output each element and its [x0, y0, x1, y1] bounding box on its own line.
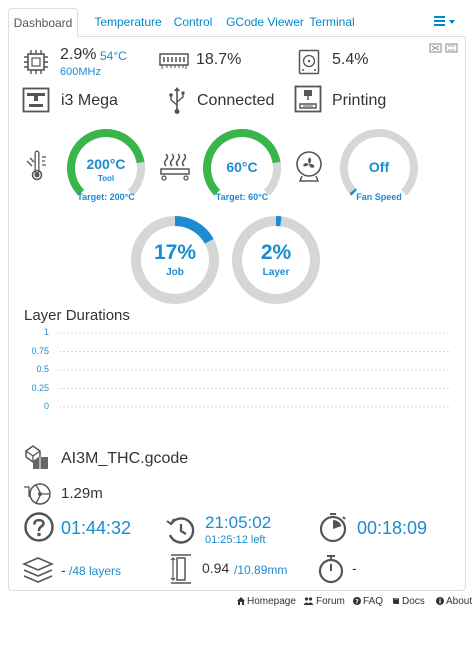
faq-label: FAQ [363, 596, 384, 607]
home-icon [237, 597, 245, 605]
clock-history-icon [166, 517, 195, 544]
job-progress-gauge: 17% Job [130, 215, 220, 305]
layer-durations-chart: 1 0.75 0.5 0.25 0 [9, 327, 467, 417]
current-height: 0.94 [202, 560, 230, 576]
memory-percent: 18.7% [196, 51, 242, 68]
total-layers: /48 layers [69, 564, 122, 578]
print-time: 01:44:32 [61, 518, 132, 538]
fan-speed-caption: Fan Speed [356, 192, 402, 202]
homepage-link[interactable]: Homepage [237, 596, 296, 607]
model-file-icon [25, 445, 48, 469]
disk-percent: 5.4% [332, 51, 369, 68]
print-state: Printing [332, 92, 387, 109]
elapsed-timer-icon [319, 513, 347, 543]
height-icon [170, 554, 191, 584]
job-progress-value: 17% [153, 241, 197, 264]
list-icon [434, 16, 445, 28]
users-icon [303, 597, 314, 605]
usb-icon [169, 87, 185, 114]
about-label: About [446, 596, 473, 607]
layer-progress-gauge: 2% Layer [231, 215, 321, 305]
filament-icon [24, 483, 51, 505]
homepage-label: Homepage [247, 596, 296, 607]
chart-title: Layer Durations [24, 307, 130, 324]
heated-bed-icon [160, 153, 190, 181]
faq-link[interactable]: ? FAQ [353, 596, 383, 607]
memory-icon [159, 53, 189, 69]
forum-label: Forum [316, 596, 345, 607]
book-icon [393, 598, 399, 604]
printer-icon [22, 87, 50, 113]
elapsed-time: 00:18:09 [357, 518, 428, 538]
cpu-temp: 54°C [100, 49, 127, 63]
question-icon: ? [353, 597, 361, 605]
print-state-icon [294, 85, 322, 113]
tab-control[interactable]: Control [164, 8, 222, 37]
caret-down-icon [449, 20, 455, 24]
y-tick-label: 0.25 [31, 382, 49, 393]
about-link[interactable]: About [436, 596, 472, 607]
disk-icon [298, 49, 320, 75]
tool-target-caption: Target: 200°C [77, 192, 135, 202]
hotend-thermometer-icon [26, 150, 46, 181]
svg-text:?: ? [355, 599, 359, 606]
job-gauge-fill [174, 216, 214, 244]
connection-status: Connected [197, 92, 275, 109]
info-icon [436, 597, 444, 605]
fan-speed-value: Off [368, 159, 390, 175]
layer-timer: - [352, 560, 357, 576]
help-circle-icon [24, 512, 54, 542]
tab-dashboard[interactable]: Dashboard [8, 8, 78, 38]
filament-length: 1.29m [61, 485, 103, 502]
cpu-icon [24, 50, 48, 74]
tool-temp-value: 200°C [86, 156, 126, 172]
bed-temp-value: 60°C [226, 159, 258, 175]
cpu-frequency: 600MHz [60, 66, 101, 78]
docs-link[interactable]: Docs [392, 596, 425, 607]
fan-icon [296, 151, 322, 182]
y-tick-label: 0.5 [36, 364, 49, 374]
eta-clock: 21:05:02 [205, 513, 272, 532]
forum-link[interactable]: Forum [303, 596, 345, 607]
layer-progress-value: 2% [260, 241, 292, 264]
layers-icon [22, 557, 54, 583]
bed-target-caption: Target: 60°C [215, 192, 269, 202]
tab-gcode-viewer[interactable]: GCode Viewer [220, 8, 310, 37]
chart-grid [59, 332, 449, 408]
current-layer: - [61, 562, 66, 578]
time-left: 01:25:12 left [205, 534, 266, 546]
menu-toggle-button[interactable] [434, 14, 456, 30]
tab-terminal[interactable]: Terminal [306, 8, 358, 37]
job-label: Job [166, 267, 184, 278]
layer-label: Layer [262, 267, 290, 278]
fullscreen-icon[interactable] [429, 43, 459, 55]
y-tick-label: 0.75 [31, 345, 49, 356]
stopwatch-icon [318, 555, 344, 584]
printer-name: i3 Mega [61, 92, 118, 109]
docs-label: Docs [402, 596, 425, 607]
filename: AI3M_THC.gcode [61, 450, 189, 467]
y-tick-label: 0 [43, 401, 49, 411]
total-height: /10.89mm [234, 563, 288, 577]
y-tick-label: 1 [43, 327, 49, 337]
cpu-percent: 2.9% [60, 46, 97, 63]
tab-bar: Dashboard Temperature Control GCode View… [8, 8, 466, 38]
tool-label: Tool [97, 174, 115, 183]
tab-temperature[interactable]: Temperature [86, 8, 170, 37]
dashboard-panel: 2.9% 54°C 600MHz 18.7% 5.4% i3 Mega Conn… [8, 37, 466, 591]
